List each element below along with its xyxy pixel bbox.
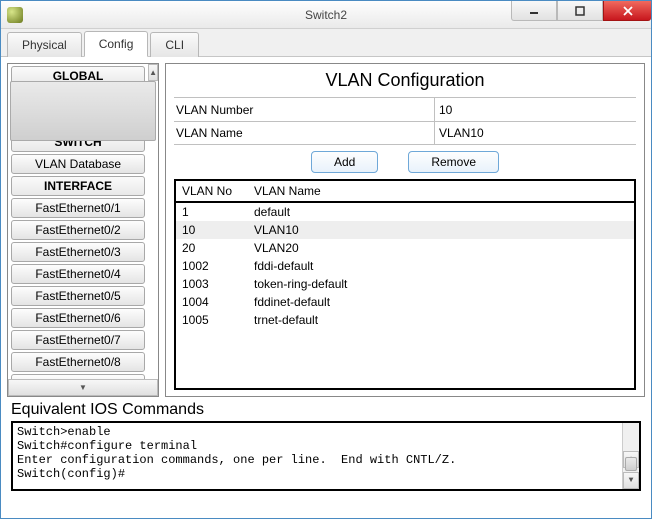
scroll-thumb[interactable] xyxy=(10,81,156,141)
ios-section: Equivalent IOS Commands Switch>enable Sw… xyxy=(1,397,651,499)
scroll-up-icon[interactable]: ▲ xyxy=(148,64,158,81)
main-panel: VLAN Configuration VLAN Number VLAN Name… xyxy=(165,63,645,397)
table-row[interactable]: 20VLAN20 xyxy=(176,239,634,257)
scroll-down-icon[interactable]: ▼ xyxy=(623,472,639,489)
cell-vlan-no: 10 xyxy=(176,221,248,239)
table-row[interactable]: 1005trnet-default xyxy=(176,311,634,329)
cell-vlan-no: 1003 xyxy=(176,275,248,293)
cell-vlan-name: fddi-default xyxy=(248,257,634,275)
sidebar-scrollbar[interactable]: ▲ ▼ xyxy=(148,64,158,396)
vlan-name-input[interactable] xyxy=(435,124,636,142)
cell-vlan-name: fddinet-default xyxy=(248,293,634,311)
cell-vlan-no: 1 xyxy=(176,202,248,221)
cell-vlan-no: 1002 xyxy=(176,257,248,275)
vlan-number-input[interactable] xyxy=(435,101,636,119)
app-window: Switch2 PhysicalConfigCLI GLOBALSettings… xyxy=(0,0,652,519)
table-row[interactable]: 1002fddi-default xyxy=(176,257,634,275)
tab-cli[interactable]: CLI xyxy=(150,32,199,57)
cell-vlan-name: VLAN20 xyxy=(248,239,634,257)
table-row[interactable]: 1004fddinet-default xyxy=(176,293,634,311)
ios-label: Equivalent IOS Commands xyxy=(11,401,641,419)
add-button[interactable]: Add xyxy=(311,151,378,173)
table-column-header[interactable]: VLAN Name xyxy=(248,181,634,202)
vlan-name-label: VLAN Name xyxy=(174,126,434,140)
panel-title: VLAN Configuration xyxy=(174,70,636,91)
vlan-name-row: VLAN Name xyxy=(174,121,636,145)
table-body: 1default10VLAN1020VLAN201002fddi-default… xyxy=(176,202,634,329)
cell-vlan-name: token-ring-default xyxy=(248,275,634,293)
vlan-number-label: VLAN Number xyxy=(174,103,434,117)
table-row[interactable]: 1default xyxy=(176,202,634,221)
ios-scrollbar[interactable]: ▲ ▼ xyxy=(622,423,639,489)
cell-vlan-no: 20 xyxy=(176,239,248,257)
vlan-table: VLAN NoVLAN Name 1default10VLAN1020VLAN2… xyxy=(176,181,634,329)
cell-vlan-name: default xyxy=(248,202,634,221)
window-title: Switch2 xyxy=(1,8,651,22)
table-column-header[interactable]: VLAN No xyxy=(176,181,248,202)
cell-vlan-no: 1004 xyxy=(176,293,248,311)
table-row[interactable]: 1003token-ring-default xyxy=(176,275,634,293)
vlan-table-container: VLAN NoVLAN Name 1default10VLAN1020VLAN2… xyxy=(174,179,636,390)
ios-output[interactable]: Switch>enable Switch#configure terminal … xyxy=(11,421,641,491)
sidebar: GLOBALSettingsAlgorithm SettingsSWITCHVL… xyxy=(7,63,159,397)
table-header-row: VLAN NoVLAN Name xyxy=(176,181,634,202)
cell-vlan-name: trnet-default xyxy=(248,311,634,329)
tab-config[interactable]: Config xyxy=(84,31,149,57)
titlebar: Switch2 xyxy=(1,1,651,29)
cell-vlan-name: VLAN10 xyxy=(248,221,634,239)
cell-vlan-no: 1005 xyxy=(176,311,248,329)
button-row: Add Remove xyxy=(174,145,636,179)
scroll-thumb[interactable] xyxy=(625,457,637,471)
scroll-track[interactable] xyxy=(8,81,158,379)
body: GLOBALSettingsAlgorithm SettingsSWITCHVL… xyxy=(1,57,651,518)
config-area: GLOBALSettingsAlgorithm SettingsSWITCHVL… xyxy=(1,57,651,397)
tab-physical[interactable]: Physical xyxy=(7,32,82,57)
table-row[interactable]: 10VLAN10 xyxy=(176,221,634,239)
tab-row: PhysicalConfigCLI xyxy=(1,29,651,57)
scroll-down-icon[interactable]: ▼ xyxy=(8,379,158,396)
vlan-number-row: VLAN Number xyxy=(174,97,636,121)
ios-text: Switch>enable Switch#configure terminal … xyxy=(17,425,456,481)
remove-button[interactable]: Remove xyxy=(408,151,499,173)
